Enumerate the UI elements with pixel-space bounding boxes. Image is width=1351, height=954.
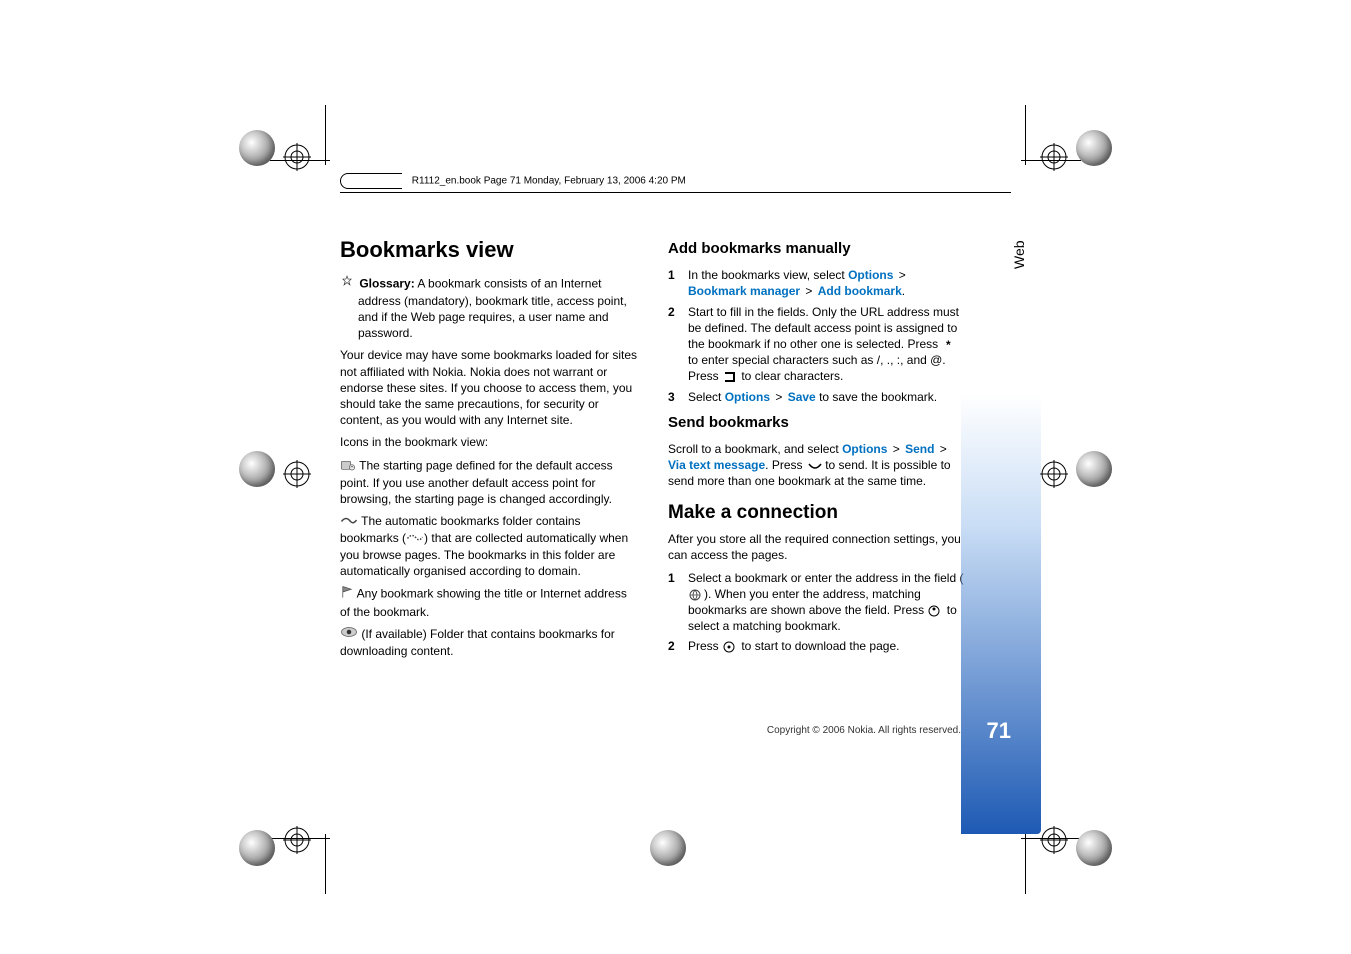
download-folder-icon: [340, 626, 358, 642]
sphere-decoration-icon: [239, 830, 275, 866]
glossary-bulb-icon: [340, 275, 354, 293]
link-options-2: Options: [725, 390, 770, 404]
step-2: 2 Start to fill in the fields. Only the …: [668, 304, 968, 385]
add-bookmarks-steps: 1 In the bookmarks view, select Options …: [668, 267, 968, 405]
heading-bookmarks-view: Bookmarks view: [340, 235, 640, 265]
sphere-decoration-icon: [239, 451, 275, 487]
heading-send-bookmarks: Send bookmarks: [668, 413, 968, 433]
heading-add-bookmarks: Add bookmarks manually: [668, 239, 968, 259]
sphere-decoration-icon: [1076, 830, 1112, 866]
registration-mark-icon: [1040, 143, 1068, 171]
sphere-decoration-icon: [239, 130, 275, 166]
link-options-3: Options: [842, 442, 887, 456]
home-page-icon: [340, 457, 356, 475]
call-key-icon: [806, 460, 822, 472]
auto-bookmark-item-icon: [406, 531, 424, 547]
globe-field-icon: [688, 589, 704, 601]
icon-desc-1: The starting page defined for the defaul…: [340, 457, 640, 508]
sphere-decoration-icon: [1076, 130, 1112, 166]
registration-mark-icon: [283, 826, 311, 854]
icon-desc-2: The automatic bookmarks folder contains …: [340, 513, 640, 579]
clear-key-icon: [722, 371, 738, 383]
link-via-text: Via text message: [668, 458, 765, 472]
glossary-label: Glossary:: [359, 276, 414, 290]
mc-step-1: 1 Select a bookmark or enter the address…: [668, 570, 968, 635]
left-column: Bookmarks view Glossary: A bookmark cons…: [340, 235, 640, 665]
link-save: Save: [788, 390, 816, 404]
page-edge-gradient: [961, 394, 1041, 834]
svg-text:*: *: [946, 339, 951, 351]
section-tab: Web: [1011, 245, 1027, 269]
registration-mark-icon: [283, 143, 311, 171]
disclaimer-text: Your device may have some bookmarks load…: [340, 347, 640, 428]
book-header: R1112_en.book Page 71 Monday, February 1…: [340, 173, 686, 189]
make-connection-steps: 1 Select a bookmark or enter the address…: [668, 570, 968, 655]
link-options: Options: [848, 268, 893, 282]
step-3: 3 Select Options > Save to save the book…: [668, 389, 968, 405]
link-send: Send: [905, 442, 934, 456]
registration-mark-icon: [1040, 826, 1068, 854]
star-key-icon: *: [941, 339, 957, 351]
heading-make-connection: Make a connection: [668, 500, 968, 526]
mc-step-2: 2 Press to start to download the page.: [668, 638, 968, 654]
sphere-decoration-icon: [650, 830, 686, 866]
send-bookmarks-text: Scroll to a bookmark, and select Options…: [668, 441, 968, 490]
icon-desc-3: Any bookmark showing the title or Intern…: [340, 585, 640, 619]
glossary-paragraph: Glossary: A bookmark consists of an Inte…: [340, 275, 640, 342]
header-text: R1112_en.book Page 71 Monday, February 1…: [412, 176, 686, 187]
link-bookmark-manager: Bookmark manager: [688, 284, 800, 298]
page-number: 71: [987, 718, 1011, 744]
auto-bookmarks-folder-icon: [340, 514, 358, 530]
scroll-up-key-icon: [927, 605, 943, 617]
registration-mark-icon: [283, 460, 311, 488]
bookmark-flag-icon: [340, 585, 354, 603]
icons-intro-text: Icons in the bookmark view:: [340, 434, 640, 450]
step-1: 1 In the bookmarks view, select Options …: [668, 267, 968, 299]
center-key-icon: [722, 641, 738, 653]
sphere-decoration-icon: [1076, 451, 1112, 487]
header-arrow-icon: [340, 173, 401, 189]
make-connection-intro: After you store all the required connect…: [668, 531, 968, 563]
link-add-bookmark: Add bookmark: [818, 284, 902, 298]
icon-desc-4: (If available) Folder that contains book…: [340, 626, 640, 659]
registration-mark-icon: [1040, 460, 1068, 488]
right-column: Add bookmarks manually 1 In the bookmark…: [668, 235, 968, 665]
